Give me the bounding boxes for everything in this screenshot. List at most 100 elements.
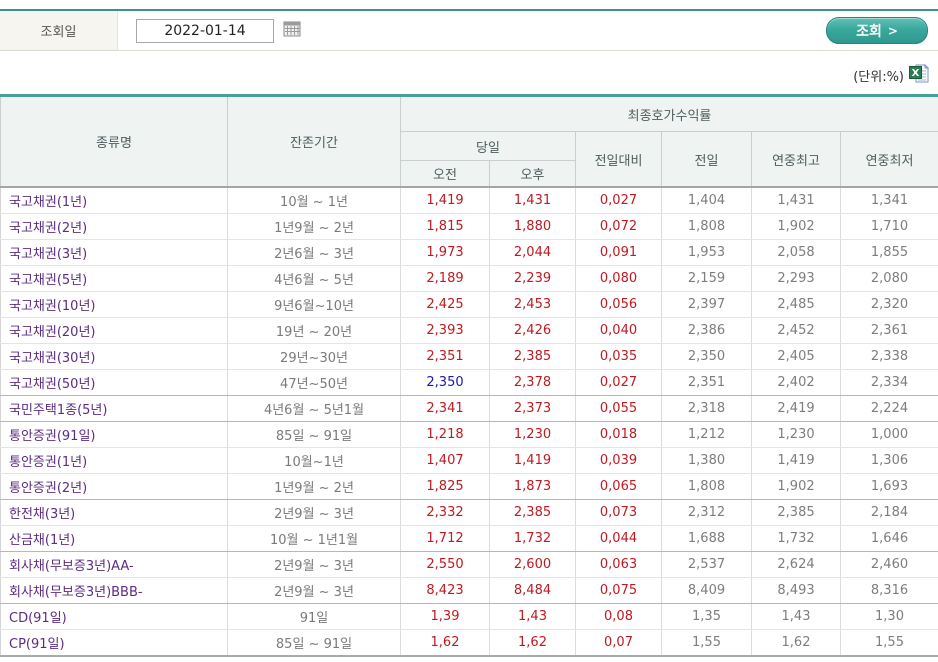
date-label: 조회일 <box>0 11 118 50</box>
col-header-am: 오전 <box>400 160 490 188</box>
pm-yield-cell: 2,385 <box>489 499 576 526</box>
col-header-type: 종류명 <box>0 95 228 188</box>
am-yield-cell: 2,351 <box>400 343 490 370</box>
search-button[interactable]: 조회 > <box>826 17 928 44</box>
year-low-cell: 2,224 <box>840 395 938 422</box>
year-low-cell: 2,334 <box>840 369 938 396</box>
year-high-cell: 2,058 <box>751 239 841 266</box>
pm-yield-cell: 2,453 <box>489 291 576 318</box>
am-yield-cell: 1,407 <box>400 447 490 474</box>
pm-yield-cell: 2,239 <box>489 265 576 292</box>
type-cell: 산금채(1년) <box>0 525 228 552</box>
calendar-button[interactable] <box>282 21 302 41</box>
prev-cell: 2,397 <box>661 291 752 318</box>
col-header-period: 잔존기간 <box>227 95 401 188</box>
change-cell: 0,063 <box>575 551 662 578</box>
type-cell: 한전채(3년) <box>0 499 228 526</box>
chevron-right-icon: > <box>887 23 898 38</box>
table-row: 국민주택1종(5년) 4년6월 ~ 5년1월 2,341 2,373 0,055 2,31… <box>0 395 938 422</box>
table-row: 통안증권(91일) 85일 ~ 91일 1,218 1,230 0,018 1,212 1,… <box>0 421 938 448</box>
type-cell: 통안증권(1년) <box>0 447 228 474</box>
period-cell: 47년~50년 <box>227 369 401 396</box>
year-high-cell: 2,452 <box>751 317 841 344</box>
change-cell: 0,080 <box>575 265 662 292</box>
year-low-cell: 1,306 <box>840 447 938 474</box>
am-yield-cell: 1,62 <box>400 629 490 657</box>
table-row: 산금채(1년) 10월 ~ 1년1월 1,712 1,732 0,044 1,688 1,7… <box>0 525 938 552</box>
table-row: 통안증권(1년) 10월~1년 1,407 1,419 0,039 1,380 1,419 1… <box>0 447 938 474</box>
prev-cell: 1,808 <box>661 473 752 500</box>
am-yield-cell: 8,423 <box>400 577 490 604</box>
year-high-cell: 2,402 <box>751 369 841 396</box>
am-yield-cell: 2,189 <box>400 265 490 292</box>
period-cell: 85일 ~ 91일 <box>227 629 401 657</box>
period-cell: 19년 ~ 20년 <box>227 317 401 344</box>
pm-yield-cell: 1,880 <box>489 213 576 240</box>
year-high-cell: 2,405 <box>751 343 841 370</box>
year-low-cell: 2,080 <box>840 265 938 292</box>
table-row: 국고채권(5년) 4년6월 ~ 5년 2,189 2,239 0,080 2,159 2,2… <box>0 265 938 292</box>
am-yield-cell: 2,550 <box>400 551 490 578</box>
table-row: 국고채권(1년) 10월 ~ 1년 1,419 1,431 0,027 1,404 1,43… <box>0 187 938 214</box>
prev-cell: 2,386 <box>661 317 752 344</box>
type-cell: 국고채권(10년) <box>0 291 228 318</box>
type-cell: CP(91일) <box>0 629 228 657</box>
type-cell: 국고채권(5년) <box>0 265 228 292</box>
pm-yield-cell: 2,600 <box>489 551 576 578</box>
search-button-label: 조회 <box>856 23 882 40</box>
change-cell: 0,055 <box>575 395 662 422</box>
pm-yield-cell: 1,873 <box>489 473 576 500</box>
am-yield-cell: 1,218 <box>400 421 490 448</box>
am-yield-cell: 2,350 <box>400 369 490 396</box>
table-row: 통안증권(2년) 1년9월 ~ 2년 1,825 1,873 0,065 1,808 1,9… <box>0 473 938 500</box>
period-cell: 2년6월 ~ 3년 <box>227 239 401 266</box>
am-yield-cell: 1,419 <box>400 187 490 214</box>
type-cell: 국고채권(50년) <box>0 369 228 396</box>
pm-yield-cell: 2,385 <box>489 343 576 370</box>
prev-cell: 8,409 <box>661 577 752 604</box>
date-input[interactable] <box>136 18 274 43</box>
type-cell: 국고채권(20년) <box>0 317 228 344</box>
year-high-cell: 2,293 <box>751 265 841 292</box>
year-high-cell: 2,624 <box>751 551 841 578</box>
change-cell: 0,018 <box>575 421 662 448</box>
change-cell: 0,073 <box>575 499 662 526</box>
year-low-cell: 2,184 <box>840 499 938 526</box>
change-cell: 0,075 <box>575 577 662 604</box>
change-cell: 0,056 <box>575 291 662 318</box>
year-low-cell: 2,338 <box>840 343 938 370</box>
year-low-cell: 1,710 <box>840 213 938 240</box>
period-cell: 10월 ~ 1년 <box>227 187 401 214</box>
year-low-cell: 1,341 <box>840 187 938 214</box>
type-cell: 국민주택1종(5년) <box>0 395 228 422</box>
year-high-cell: 1,419 <box>751 447 841 474</box>
period-cell: 85일 ~ 91일 <box>227 421 401 448</box>
table-row: 국고채권(20년) 19년 ~ 20년 2,393 2,426 0,040 2,386 2,… <box>0 317 938 344</box>
year-high-cell: 1,43 <box>751 603 841 630</box>
year-high-cell: 2,385 <box>751 499 841 526</box>
col-header-pm: 오후 <box>489 160 576 188</box>
type-cell: 국고채권(3년) <box>0 239 228 266</box>
table-row: 국고채권(30년) 29년~30년 2,351 2,385 0,035 2,350 2,40… <box>0 343 938 370</box>
unit-note: (단위:%) <box>853 69 904 85</box>
year-high-cell: 1,902 <box>751 213 841 240</box>
period-cell: 4년6월 ~ 5년1월 <box>227 395 401 422</box>
year-low-cell: 1,646 <box>840 525 938 552</box>
am-yield-cell: 1,39 <box>400 603 490 630</box>
change-cell: 0,065 <box>575 473 662 500</box>
table-row: CD(91일) 91일 1,39 1,43 0,08 1,35 1,43 1,30 <box>0 603 938 630</box>
year-high-cell: 1,62 <box>751 629 841 657</box>
year-low-cell: 1,693 <box>840 473 938 500</box>
col-header-yield-group: 최종호가수익률 <box>399 95 938 132</box>
table-row: 국고채권(50년) 47년~50년 2,350 2,378 0,027 2,351 2,40… <box>0 369 938 396</box>
table-row: 회사채(무보증3년)AA- 2년9월 ~ 3년 2,550 2,600 0,063 2,5… <box>0 551 938 578</box>
change-cell: 0,07 <box>575 629 662 657</box>
col-header-year-low: 연중최저 <box>839 131 938 188</box>
type-cell: 국고채권(2년) <box>0 213 228 240</box>
pm-yield-cell: 2,426 <box>489 317 576 344</box>
excel-export-icon[interactable]: X <box>909 62 930 88</box>
year-high-cell: 1,431 <box>751 187 841 214</box>
pm-yield-cell: 1,62 <box>489 629 576 657</box>
prev-cell: 1,35 <box>661 603 752 630</box>
table-row: 한전채(3년) 2년9월 ~ 3년 2,332 2,385 0,073 2,312 2,38… <box>0 499 938 526</box>
